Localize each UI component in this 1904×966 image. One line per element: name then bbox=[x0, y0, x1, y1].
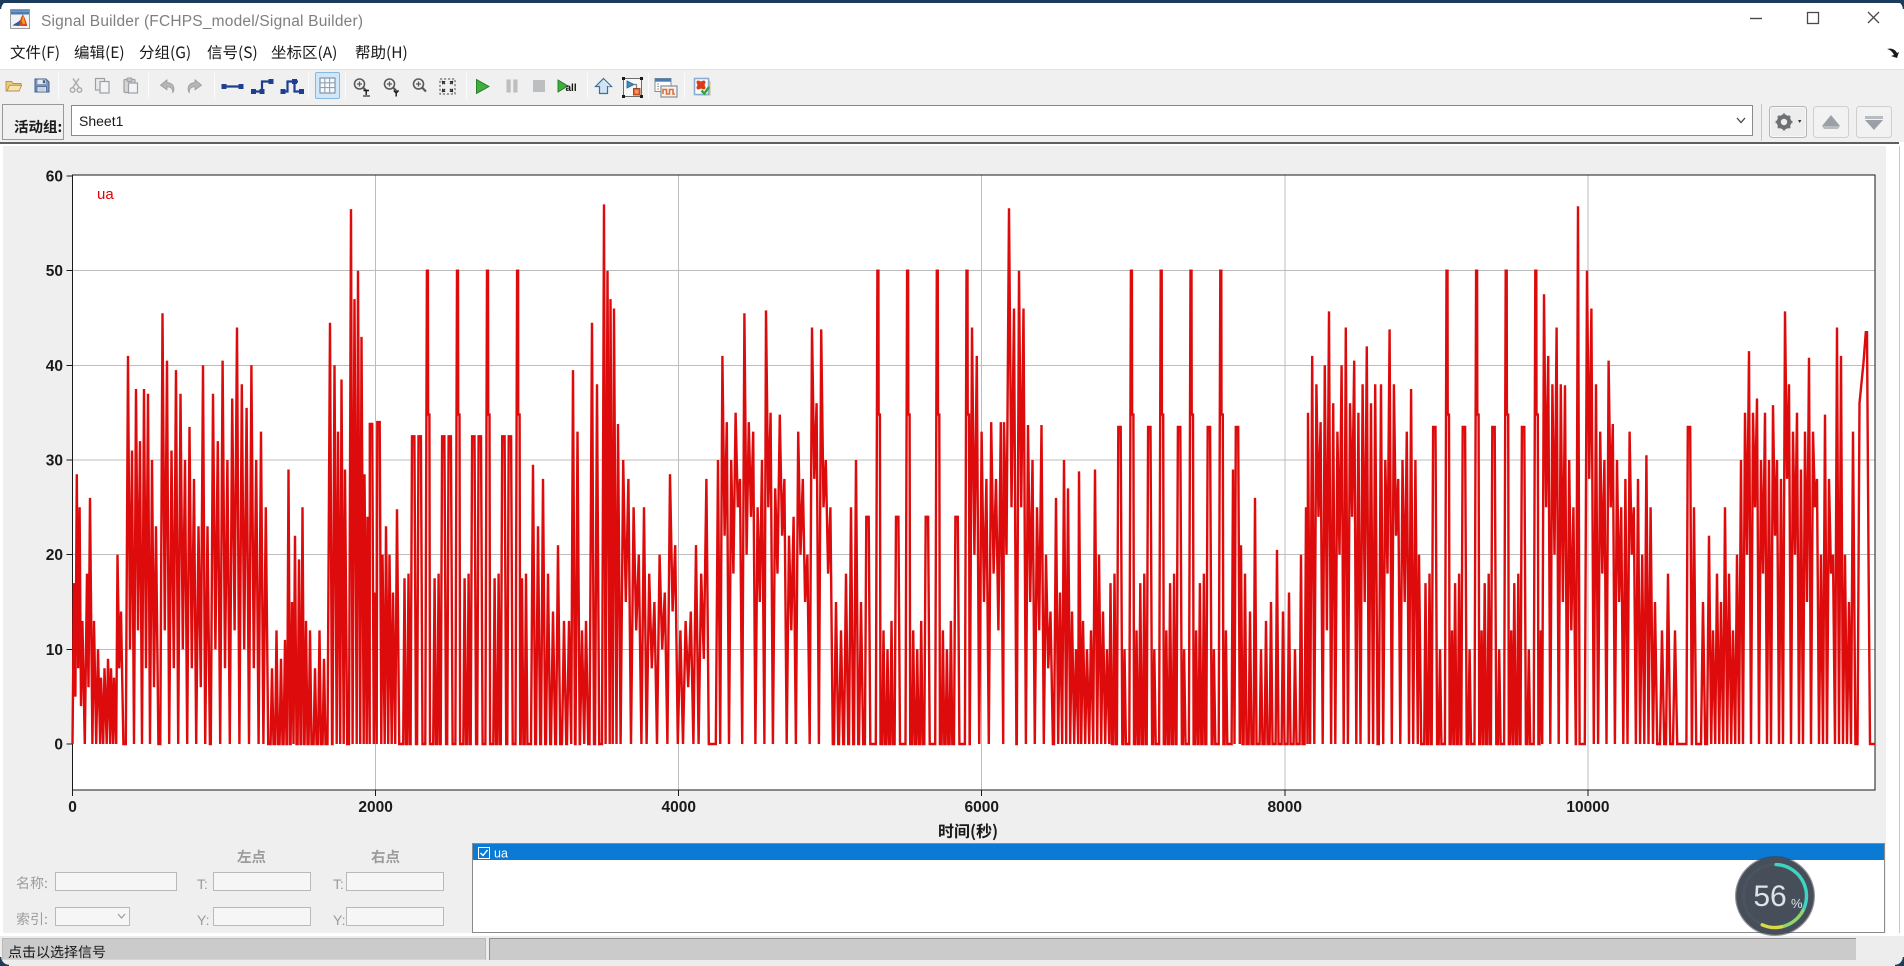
svg-text:4000: 4000 bbox=[661, 799, 695, 816]
svg-text:56: 56 bbox=[1753, 880, 1786, 913]
svg-text:ua: ua bbox=[97, 186, 114, 203]
svg-text:%: % bbox=[1791, 896, 1803, 911]
svg-text:10000: 10000 bbox=[1566, 799, 1609, 816]
svg-text:10: 10 bbox=[46, 642, 63, 659]
svg-text:8000: 8000 bbox=[1268, 799, 1302, 816]
svg-text:ua: ua bbox=[494, 847, 508, 860]
svg-text:6000: 6000 bbox=[964, 799, 998, 816]
svg-text:50: 50 bbox=[46, 263, 63, 280]
svg-text:2000: 2000 bbox=[358, 799, 392, 816]
svg-text:0: 0 bbox=[54, 737, 63, 754]
svg-text:60: 60 bbox=[46, 169, 63, 186]
svg-text:30: 30 bbox=[46, 453, 63, 470]
svg-text:20: 20 bbox=[46, 547, 63, 564]
svg-text:0: 0 bbox=[68, 799, 77, 816]
svg-text:40: 40 bbox=[46, 358, 63, 375]
